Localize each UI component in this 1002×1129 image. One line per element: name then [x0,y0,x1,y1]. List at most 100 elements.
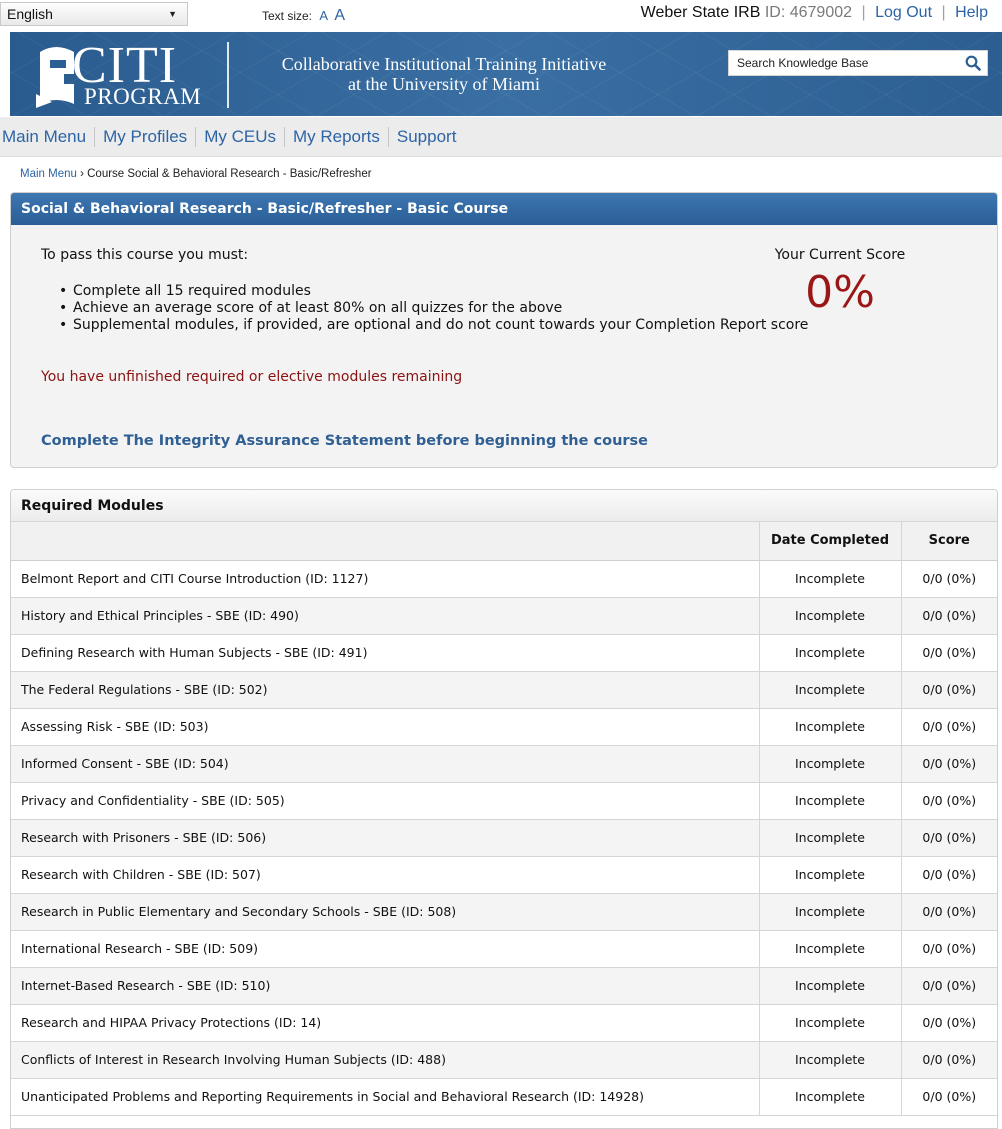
language-select[interactable]: English ▼ [0,2,188,26]
integrity-statement-link[interactable]: Complete The Integrity Assurance Stateme… [41,433,648,449]
banner-title-line2: at the University of Miami [348,74,540,94]
module-name-link[interactable]: Research with Prisoners - SBE (ID: 506) [11,819,759,857]
text-size-large-button[interactable]: A [334,7,345,24]
module-name-link[interactable]: History and Ethical Principles - SBE (ID… [11,597,759,635]
table-row: Assessing Risk - SBE (ID: 503) Incomplete… [11,708,997,746]
module-score: 0/0 (0%) [900,1041,997,1079]
logout-link[interactable]: Log Out [875,4,932,21]
module-score: 0/0 (0%) [900,893,997,931]
table-row: The Federal Regulations - SBE (ID: 502) I… [11,671,997,709]
module-name-link[interactable]: Informed Consent - SBE (ID: 504) [11,745,759,783]
column-header-module [11,522,759,561]
module-name-link[interactable]: International Research - SBE (ID: 509) [11,930,759,968]
nav-main-menu[interactable]: Main Menu [2,126,96,147]
module-score: 0/0 (0%) [900,930,997,968]
table-row: Defining Research with Human Subjects - … [11,634,997,672]
modules-table: Date Completed Score Belmont Report and … [11,522,997,1116]
module-date-completed: Incomplete [758,634,901,672]
knowledge-base-search [728,50,988,76]
module-score: 0/0 (0%) [900,819,997,857]
module-score: 0/0 (0%) [900,1004,997,1042]
module-score: 0/0 (0%) [900,671,997,709]
table-row: Research with Prisoners - SBE (ID: 506) I… [11,819,997,857]
nav-my-profiles[interactable]: My Profiles [95,126,197,147]
module-score: 0/0 (0%) [900,1078,997,1116]
text-size-small-button[interactable]: A [319,8,328,23]
citi-logo[interactable]: CITI PROGRAM [34,37,214,112]
module-score: 0/0 (0%) [900,597,997,635]
main-nav: Main Menu My Profiles My CEUs My Reports… [0,117,1002,157]
table-row: Research with Children - SBE (ID: 507) In… [11,856,997,894]
module-date-completed: Incomplete [758,856,901,894]
breadcrumb-home-link[interactable]: Main Menu [20,168,77,180]
module-name-link[interactable]: The Federal Regulations - SBE (ID: 502) [11,671,759,709]
requirement-item: Achieve an average score of at least 80%… [59,300,808,317]
module-date-completed: Incomplete [758,819,901,857]
logo-sub-text: PROGRAM [84,84,202,109]
module-date-completed: Incomplete [758,1004,901,1042]
table-row: Privacy and Confidentiality - SBE (ID: 5… [11,782,997,820]
table-row: Internet-Based Research - SBE (ID: 510) I… [11,967,997,1005]
module-score: 0/0 (0%) [900,634,997,672]
requirement-item: Complete all 15 required modules [59,283,808,300]
table-row: Unanticipated Problems and Reporting Req… [11,1078,997,1116]
module-date-completed: Incomplete [758,893,901,931]
text-size-control: Text size: A A [262,7,345,25]
pass-intro-text: To pass this course you must: [41,247,249,263]
module-date-completed: Incomplete [758,745,901,783]
module-name-link[interactable]: Research in Public Elementary and Second… [11,893,759,931]
chevron-down-icon: ▼ [168,9,177,19]
search-button[interactable] [959,51,987,75]
search-icon [965,55,981,71]
column-header-date: Date Completed [758,522,901,561]
column-header-score: Score [900,522,997,561]
module-name-link[interactable]: Internet-Based Research - SBE (ID: 510) [11,967,759,1005]
module-date-completed: Incomplete [758,560,901,598]
help-link[interactable]: Help [955,4,988,21]
module-name-link[interactable]: Conflicts of Interest in Research Involv… [11,1041,759,1079]
institution-name: Weber State IRB [640,4,761,21]
module-score: 0/0 (0%) [900,967,997,1005]
module-score: 0/0 (0%) [900,856,997,894]
module-name-link[interactable]: Privacy and Confidentiality - SBE (ID: 5… [11,782,759,820]
banner-divider [227,42,229,108]
module-date-completed: Incomplete [758,782,901,820]
module-name-link[interactable]: Research with Children - SBE (ID: 507) [11,856,759,894]
unfinished-notice: You have unfinished required or elective… [41,369,463,385]
text-size-label: Text size: [262,9,313,23]
module-date-completed: Incomplete [758,671,901,709]
current-score: 0% [805,267,875,318]
module-name-link[interactable]: Belmont Report and CITI Course Introduct… [11,560,759,598]
module-name-link[interactable]: Research and HIPAA Privacy Protections (… [11,1004,759,1042]
table-row: Conflicts of Interest in Research Involv… [11,1041,997,1079]
module-date-completed: Incomplete [758,930,901,968]
banner-title: Collaborative Institutional Training Ini… [244,54,644,94]
nav-support[interactable]: Support [389,127,465,147]
search-input[interactable] [729,51,959,75]
user-id: ID: 4679002 [764,4,853,21]
nav-my-reports[interactable]: My Reports [285,126,389,147]
table-row: Belmont Report and CITI Course Introduct… [11,560,997,598]
module-score: 0/0 (0%) [900,745,997,783]
module-date-completed: Incomplete [758,597,901,635]
table-row: Informed Consent - SBE (ID: 504) Incomple… [11,745,997,783]
module-name-link[interactable]: Defining Research with Human Subjects - … [11,634,759,672]
banner-title-line1: Collaborative Institutional Training Ini… [281,54,607,74]
user-links: Weber State IRB ID: 4679002 | Log Out | … [641,4,988,22]
module-name-link[interactable]: Unanticipated Problems and Reporting Req… [11,1078,759,1116]
module-name-link[interactable]: Assessing Risk - SBE (ID: 503) [11,708,759,746]
requirement-item: Supplemental modules, if provided, are o… [59,317,808,334]
course-title: Social & Behavioral Research - Basic/Ref… [11,193,997,225]
table-row: International Research - SBE (ID: 509) In… [11,930,997,968]
breadcrumb: Main Menu › Course Social & Behavioral R… [20,168,372,180]
module-score: 0/0 (0%) [900,708,997,746]
module-score: 0/0 (0%) [900,782,997,820]
site-banner: CITI PROGRAM Collaborative Institutional… [10,32,1002,116]
module-date-completed: Incomplete [758,1041,901,1079]
table-header-row: Date Completed Score [11,522,997,561]
table-row: Research and HIPAA Privacy Protections (… [11,1004,997,1042]
nav-my-ceus[interactable]: My CEUs [196,126,285,147]
top-utility-bar: English ▼ Text size: A A Weber State IRB… [0,0,1002,32]
table-row: History and Ethical Principles - SBE (ID… [11,597,997,635]
separator: | [941,4,946,21]
